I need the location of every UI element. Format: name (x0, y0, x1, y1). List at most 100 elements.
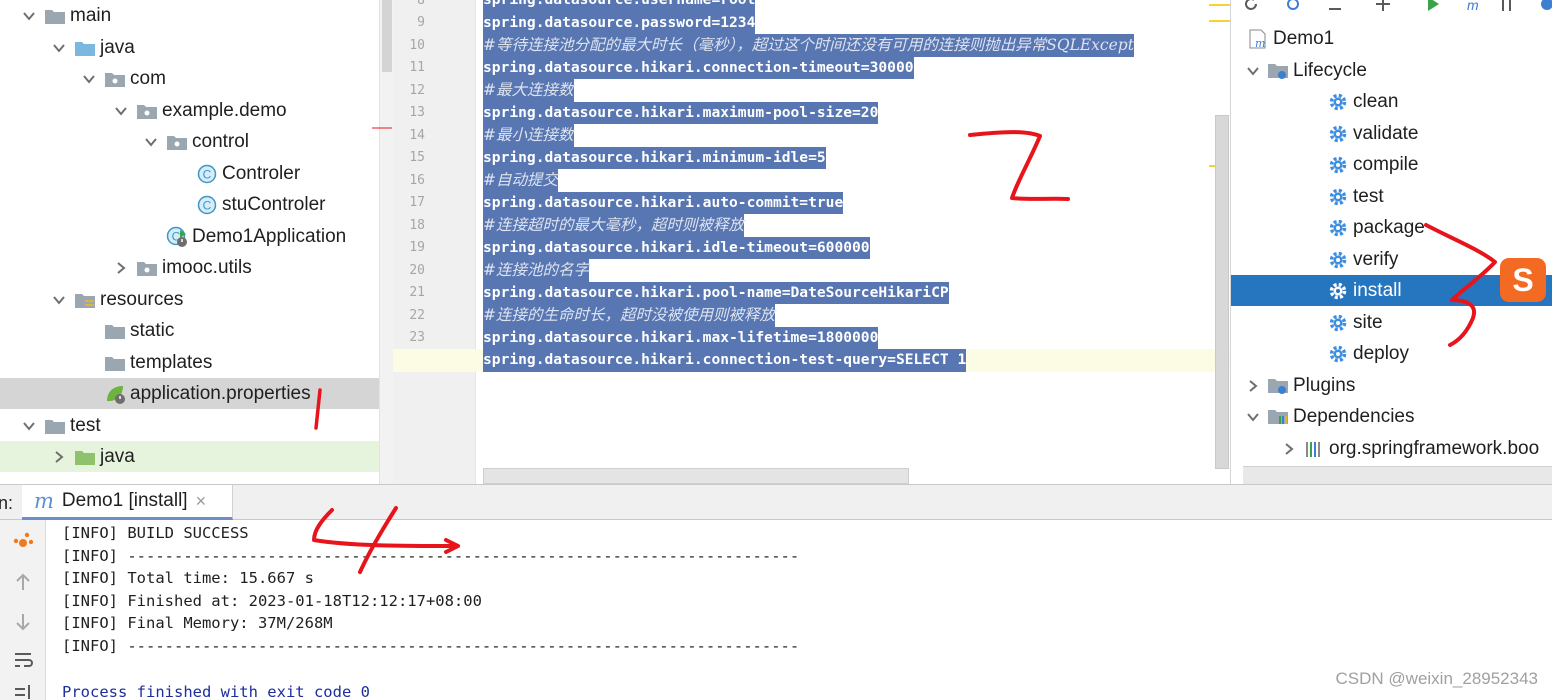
tree-item-label: example.demo (162, 100, 287, 121)
chevron-right-icon[interactable] (50, 448, 68, 466)
chevron-down-icon[interactable] (142, 133, 160, 151)
refresh-icon[interactable] (1241, 0, 1261, 14)
comment-line[interactable]: #自动提交 (483, 169, 558, 192)
maven-item-lifecycle[interactable]: Lifecycle (1231, 55, 1552, 86)
maven-item-plugins[interactable]: Plugins (1231, 370, 1552, 401)
folder-icon (104, 353, 126, 373)
tree-item-resources[interactable]: resources (0, 284, 379, 315)
spring-boot-class-icon: C (166, 226, 188, 247)
comment-line[interactable]: #最小连接数 (483, 124, 574, 147)
maven-item-test[interactable]: test (1231, 181, 1552, 212)
property-line[interactable]: spring.datasource.hikari.idle-timeout=60… (483, 236, 870, 259)
chevron-right-icon[interactable] (1245, 378, 1261, 394)
property-line[interactable]: spring.datasource.username=root (483, 0, 756, 12)
tree-item-controler[interactable]: C Controler (0, 158, 379, 189)
tree-item-label: imooc.utils (162, 257, 252, 278)
tree-item-static[interactable]: static (0, 315, 379, 346)
maven-item-org-springframework-boo[interactable]: org.springframework.boo (1231, 433, 1552, 464)
property-line[interactable]: spring.datasource.hikari.minimum-idle=5 (483, 146, 826, 169)
tree-item-label: java (100, 37, 135, 58)
download-icon[interactable] (1325, 0, 1345, 14)
editor-horizontal-scrollbar[interactable] (483, 468, 909, 484)
sort-icon[interactable] (11, 680, 35, 700)
maven-item-package[interactable]: package (1231, 212, 1552, 243)
property-line[interactable]: spring.datasource.password=1234 (483, 11, 756, 34)
maven-item-label: package (1353, 216, 1425, 238)
chevron-down-icon[interactable] (1245, 409, 1261, 425)
add-icon[interactable] (1373, 0, 1393, 14)
property-line[interactable]: spring.datasource.hikari.pool-name=DateS… (483, 281, 949, 304)
tree-item-templates[interactable]: templates (0, 347, 379, 378)
maven-horizontal-scrollbar[interactable] (1243, 466, 1552, 484)
chevron-down-icon[interactable] (1245, 63, 1261, 79)
maven-goal-icon[interactable]: m (1463, 0, 1483, 14)
tree-item-label: static (130, 320, 175, 341)
tree-scrollbar[interactable] (379, 0, 393, 484)
chevron-right-icon[interactable] (112, 259, 130, 277)
line-number: 13 (409, 105, 425, 120)
arrow-down-icon[interactable] (11, 610, 35, 634)
tree-item-java[interactable]: java (0, 441, 379, 472)
watermark: CSDN @weixin_28952343 (1335, 669, 1538, 688)
tree-item-imooc-utils[interactable]: imooc.utils (0, 252, 379, 283)
error-stripe-marker[interactable] (1209, 4, 1230, 6)
tree-item-application-properties[interactable]: application.properties (0, 378, 379, 409)
comment-line[interactable]: #连接池的名字 (483, 259, 589, 282)
chevron-down-icon[interactable] (50, 39, 68, 57)
tree-item-control[interactable]: control (0, 126, 379, 157)
line-number: 22 (409, 307, 425, 323)
chevron-down-icon[interactable] (20, 417, 38, 435)
property-line[interactable]: spring.datasource.hikari.auto-commit=tru… (483, 191, 844, 214)
property-line[interactable]: spring.datasource.hikari.max-lifetime=18… (483, 326, 879, 349)
comment-line[interactable]: #等待连接池分配的最大时长（毫秒），超过这个时间还没有可用的连接则抛出异常SQL… (483, 34, 1134, 57)
chevron-down-icon[interactable] (50, 291, 68, 309)
property-line[interactable]: spring.datasource.hikari.connection-test… (483, 349, 967, 372)
line-number: 18 (409, 217, 425, 233)
settings-icon[interactable] (1537, 0, 1552, 14)
maven-item-validate[interactable]: validate (1231, 118, 1552, 149)
chevron-down-icon[interactable] (112, 102, 130, 120)
maven-item-deploy[interactable]: deploy (1231, 338, 1552, 369)
code-editor[interactable]: 89101112131415161718192021222324 spring.… (393, 0, 1230, 484)
comment-line[interactable]: #连接超时的最大毫秒，超时则被释放 (483, 214, 744, 237)
toggle-offline-icon[interactable] (1497, 0, 1517, 14)
tree-item-demo1application[interactable]: C Demo1Application (0, 221, 379, 252)
folder-icon (44, 6, 66, 26)
run-console[interactable]: [INFO] BUILD SUCCESS [INFO] -------------… (46, 520, 1552, 700)
chevron-down-icon[interactable] (20, 7, 38, 25)
tree-item-java[interactable]: java (0, 32, 379, 63)
run-toolbar (0, 520, 46, 700)
property-line[interactable]: spring.datasource.hikari.maximum-pool-si… (483, 101, 879, 124)
maven-item-site[interactable]: site (1231, 307, 1552, 338)
maven-item-demo1[interactable]: m Demo1 (1231, 23, 1552, 54)
soft-wrap-icon[interactable] (11, 648, 35, 672)
sogou-input-method-icon[interactable]: S (1500, 258, 1546, 302)
arrow-up-icon[interactable] (11, 570, 35, 594)
chevron-right-icon[interactable] (1281, 441, 1297, 457)
comment-line[interactable]: #连接的生命时长，超时没被使用则被释放 (483, 304, 775, 327)
comment-line[interactable]: #最大连接数 (483, 79, 574, 102)
chevron-down-icon[interactable] (80, 70, 98, 88)
error-stripe-marker[interactable] (1209, 20, 1230, 22)
tree-item-com[interactable]: com (0, 63, 379, 94)
maven-item-compile[interactable]: compile (1231, 149, 1552, 180)
run-icon[interactable] (1423, 0, 1443, 14)
editor-vertical-scrollbar[interactable] (1215, 115, 1229, 469)
run-tab-demo1-install[interactable]: m Demo1 [install] × (22, 485, 233, 520)
reimport-icon[interactable] (1283, 0, 1303, 14)
tree-item-stucontroler[interactable]: CstuControler (0, 189, 379, 220)
property-line[interactable]: spring.datasource.hikari.connection-time… (483, 56, 914, 79)
maven-item-dependencies[interactable]: Dependencies (1231, 401, 1552, 432)
run-tool-window-header: n: m Demo1 [install] × (0, 484, 1552, 520)
tree-item-example-demo[interactable]: example.demo (0, 95, 379, 126)
run-tab-label: Demo1 [install] (61, 490, 188, 511)
build-status-icon[interactable] (11, 530, 35, 554)
svg-text:C: C (203, 167, 212, 181)
tree-item-label: resources (100, 289, 184, 310)
tree-item-test[interactable]: test (0, 410, 379, 441)
console-line: [INFO] BUILD SUCCESS (62, 524, 249, 542)
maven-item-clean[interactable]: clean (1231, 86, 1552, 117)
tree-item-main[interactable]: main (0, 0, 379, 31)
close-icon[interactable]: × (196, 491, 207, 512)
tree-scroll-thumb[interactable] (382, 0, 392, 72)
